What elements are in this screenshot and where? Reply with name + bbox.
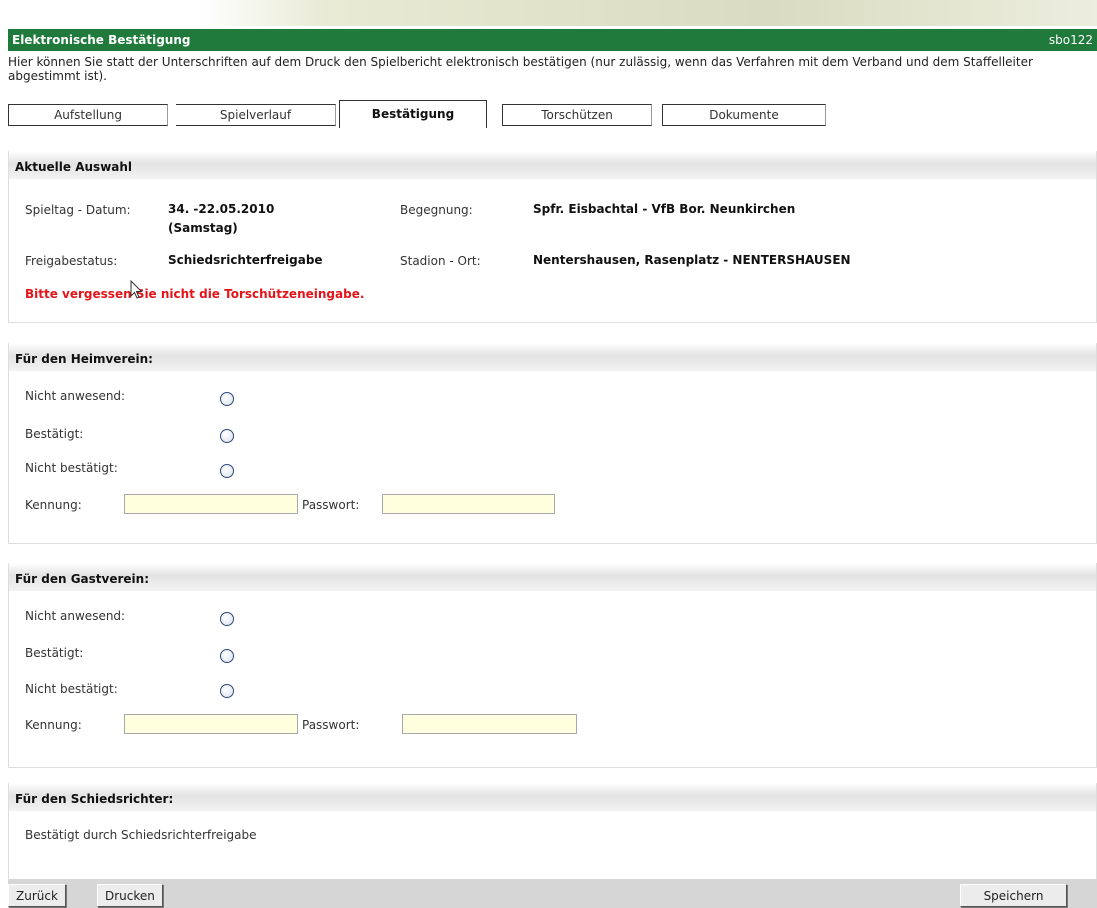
intro-text: Hier können Sie statt der Unterschriften… xyxy=(8,55,1033,83)
home-not-confirmed-radio[interactable] xyxy=(220,464,234,478)
guest-heading: Für den Gastverein: xyxy=(9,563,1096,591)
guest-absent-label: Nicht anwesend: xyxy=(25,609,126,623)
matchday-value: 34. -22.05.2010 xyxy=(168,202,275,216)
guest-confirmed-label: Bestätigt: xyxy=(25,646,84,660)
guest-pw-input[interactable] xyxy=(402,714,577,734)
tab-aufstellung[interactable]: Aufstellung xyxy=(8,104,168,126)
venue-label: Stadion - Ort: xyxy=(400,254,481,268)
guest-not-confirmed-radio[interactable] xyxy=(220,684,234,698)
referee-section: Für den Schiedsrichter: Bestätigt durch … xyxy=(8,783,1097,880)
guest-id-input[interactable] xyxy=(124,714,298,734)
status-value: Schiedsrichterfreigabe xyxy=(168,253,323,267)
tab-bar: Aufstellung Spielverlauf Bestätigung Tor… xyxy=(8,100,828,128)
guest-pw-label: Passwort: xyxy=(302,718,360,732)
selection-section: Aktuelle Auswahl Spieltag - Datum: 34. -… xyxy=(8,151,1097,323)
guest-confirmed-radio[interactable] xyxy=(220,649,234,663)
guest-not-confirmed-label: Nicht bestätigt: xyxy=(25,682,118,696)
guest-section: Für den Gastverein: Nicht anwesend: Best… xyxy=(8,563,1097,768)
matchday-weekday: (Samstag) xyxy=(168,221,238,235)
home-absent-label: Nicht anwesend: xyxy=(25,389,126,403)
home-id-label: Kennung: xyxy=(25,498,82,512)
home-pw-input[interactable] xyxy=(382,494,555,514)
page-code: sbo122 xyxy=(1048,33,1093,47)
guest-id-label: Kennung: xyxy=(25,718,82,732)
home-pw-label: Passwort: xyxy=(302,498,360,512)
tab-bestaetigung[interactable]: Bestätigung xyxy=(339,100,487,128)
selection-heading: Aktuelle Auswahl xyxy=(9,151,1096,179)
home-id-input[interactable] xyxy=(124,494,298,514)
save-button[interactable]: Speichern xyxy=(960,884,1067,907)
referee-confirmation-text: Bestätigt durch Schiedsrichterfreigabe xyxy=(25,828,257,842)
browser-top-strip xyxy=(0,0,1097,26)
button-bar: Zurück Drucken Speichern xyxy=(8,879,1097,908)
page-title: Elektronische Bestätigung xyxy=(12,33,191,47)
home-absent-radio[interactable] xyxy=(220,392,234,406)
print-button[interactable]: Drucken xyxy=(97,884,163,907)
page-title-bar: Elektronische Bestätigung sbo122 xyxy=(8,29,1097,51)
home-confirmed-radio[interactable] xyxy=(220,429,234,443)
venue-value: Nentershausen, Rasenplatz - NENTERSHAUSE… xyxy=(533,253,851,267)
status-label: Freigabestatus: xyxy=(25,254,118,268)
fixture-value: Spfr. Eisbachtal - VfB Bor. Neunkirchen xyxy=(533,202,796,216)
guest-absent-radio[interactable] xyxy=(220,612,234,626)
matchday-label: Spieltag - Datum: xyxy=(25,203,131,217)
mouse-pointer-icon xyxy=(130,280,143,299)
tab-dokumente[interactable]: Dokumente xyxy=(662,104,826,126)
home-heading: Für den Heimverein: xyxy=(9,343,1096,371)
tab-spielverlauf[interactable]: Spielverlauf xyxy=(176,104,336,126)
back-button[interactable]: Zurück xyxy=(8,884,66,907)
scorer-warning: Bitte vergessen Sie nicht die Torschütze… xyxy=(25,287,365,301)
home-section: Für den Heimverein: Nicht anwesend: Best… xyxy=(8,343,1097,544)
referee-heading: Für den Schiedsrichter: xyxy=(9,783,1096,811)
fixture-label: Begegnung: xyxy=(400,203,473,217)
home-confirmed-label: Bestätigt: xyxy=(25,427,84,441)
tab-torschuetzen[interactable]: Torschützen xyxy=(502,104,652,126)
home-not-confirmed-label: Nicht bestätigt: xyxy=(25,461,118,475)
